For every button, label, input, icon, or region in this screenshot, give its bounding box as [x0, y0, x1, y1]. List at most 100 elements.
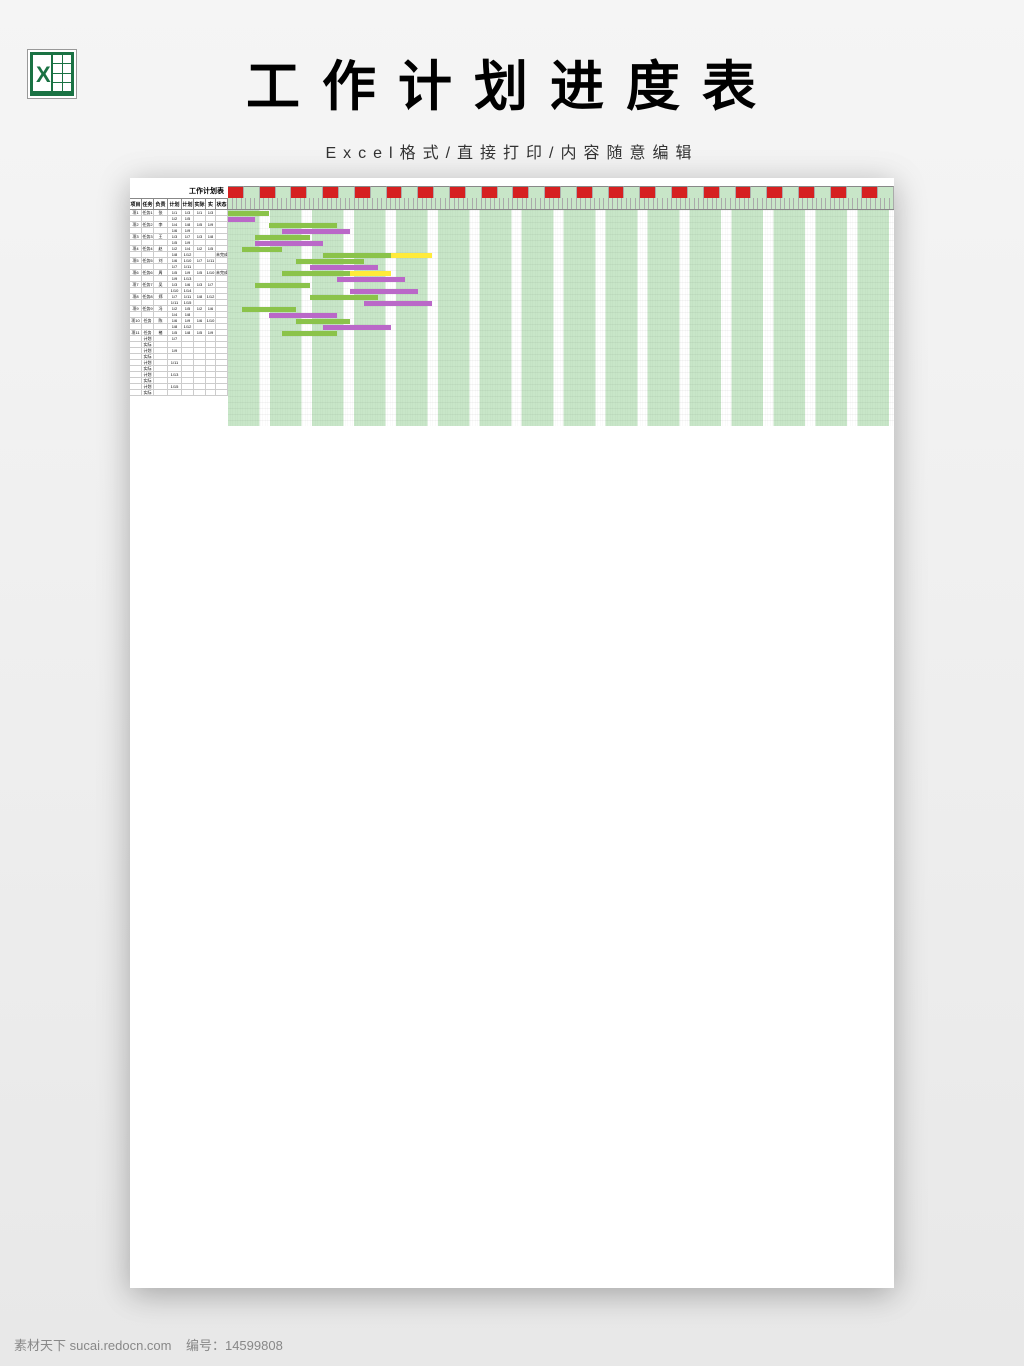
cell: 1/9 — [206, 330, 216, 335]
cell — [194, 240, 206, 245]
gantt-body — [228, 210, 894, 426]
cell — [142, 264, 154, 269]
cell: 褚 — [154, 330, 168, 335]
cell — [168, 378, 182, 383]
cell — [216, 324, 228, 329]
cell — [130, 336, 142, 341]
cell: 1/7 — [168, 294, 182, 299]
cell — [206, 300, 216, 305]
cell — [206, 264, 216, 269]
cell — [142, 324, 154, 329]
cell — [194, 372, 206, 377]
col-task: 任务 — [142, 199, 154, 209]
cell: 计划 — [142, 336, 154, 341]
gantt-bar-actual — [228, 217, 255, 222]
cell — [142, 240, 154, 245]
cell: 1/8 — [206, 234, 216, 239]
cell — [216, 240, 228, 245]
gantt-bar-actual — [269, 313, 337, 318]
cell: 1/9 — [182, 318, 194, 323]
cell: 1/11 — [182, 294, 194, 299]
cell: 1/14 — [182, 288, 194, 293]
cell: 实际 — [142, 378, 154, 383]
gantt-week-header — [228, 186, 894, 198]
cell: 项8 — [130, 294, 142, 299]
gantt-bar-plan — [228, 211, 269, 216]
gantt-bar-plan — [282, 271, 350, 276]
cell — [154, 366, 168, 371]
cell — [216, 282, 228, 287]
cell: 1/15 — [182, 300, 194, 305]
gantt-bar-actual — [310, 265, 378, 270]
cell — [182, 372, 194, 377]
cell — [206, 354, 216, 359]
cell: 任务 — [142, 330, 154, 335]
cell — [130, 372, 142, 377]
cell — [206, 288, 216, 293]
cell: 项10 — [130, 318, 142, 323]
cell — [216, 354, 228, 359]
cell — [216, 366, 228, 371]
cell — [130, 354, 142, 359]
cell — [216, 336, 228, 341]
cell — [154, 276, 168, 281]
col-actual-end: 实际结束 — [206, 199, 216, 209]
cell: 1/6 — [194, 318, 206, 323]
cell: 吴 — [154, 282, 168, 287]
cell — [142, 312, 154, 317]
cell: 任务6 — [142, 270, 154, 275]
cell — [194, 300, 206, 305]
gantt-bar-plan — [242, 307, 296, 312]
gantt-bar-plan — [282, 331, 336, 336]
cell: 1/9 — [168, 348, 182, 353]
gantt-grid — [228, 210, 894, 426]
gantt-day-header — [228, 198, 894, 210]
cell: 1/2 — [194, 246, 206, 251]
cell: 1/4 — [168, 222, 182, 227]
cell: 1/2 — [168, 306, 182, 311]
cell — [194, 348, 206, 353]
cell: 项11 — [130, 330, 142, 335]
gantt-bar-plan — [269, 223, 337, 228]
cell — [216, 378, 228, 383]
cell — [206, 372, 216, 377]
cell — [206, 390, 216, 395]
cell — [154, 324, 168, 329]
cell — [130, 288, 142, 293]
cell — [216, 294, 228, 299]
cell: 1/6 — [206, 306, 216, 311]
cell: 1/4 — [182, 246, 194, 251]
cell — [182, 336, 194, 341]
gantt-bar-actual — [282, 229, 350, 234]
col-project: 项目 — [130, 199, 142, 209]
cell: 1/3 — [206, 210, 216, 215]
cell: 李 — [154, 222, 168, 227]
cell — [154, 378, 168, 383]
cell: 1/8 — [182, 312, 194, 317]
cell: 任务2 — [142, 222, 154, 227]
cell: 1/8 — [168, 252, 182, 257]
cell: 任务4 — [142, 246, 154, 251]
cell: 1/13 — [168, 372, 182, 377]
cell — [206, 348, 216, 353]
cell: 冯 — [154, 306, 168, 311]
cell: 1/6 — [168, 318, 182, 323]
cell: 1/7 — [194, 258, 206, 263]
cell: 1/5 — [182, 306, 194, 311]
cell: 1/1 — [194, 210, 206, 215]
cell — [216, 312, 228, 317]
cell: 计划 — [142, 372, 154, 377]
cell: 1/10 — [168, 288, 182, 293]
cell: 项3 — [130, 234, 142, 239]
cell — [216, 276, 228, 281]
cell: 1/5 — [194, 222, 206, 227]
cell: 未完成 — [216, 270, 228, 275]
cell: 1/12 — [182, 324, 194, 329]
cell — [154, 240, 168, 245]
cell — [130, 390, 142, 395]
gantt-bar-actual — [350, 289, 418, 294]
cell — [206, 276, 216, 281]
cell — [216, 222, 228, 227]
cell — [216, 288, 228, 293]
gantt-bar-actual — [323, 325, 391, 330]
